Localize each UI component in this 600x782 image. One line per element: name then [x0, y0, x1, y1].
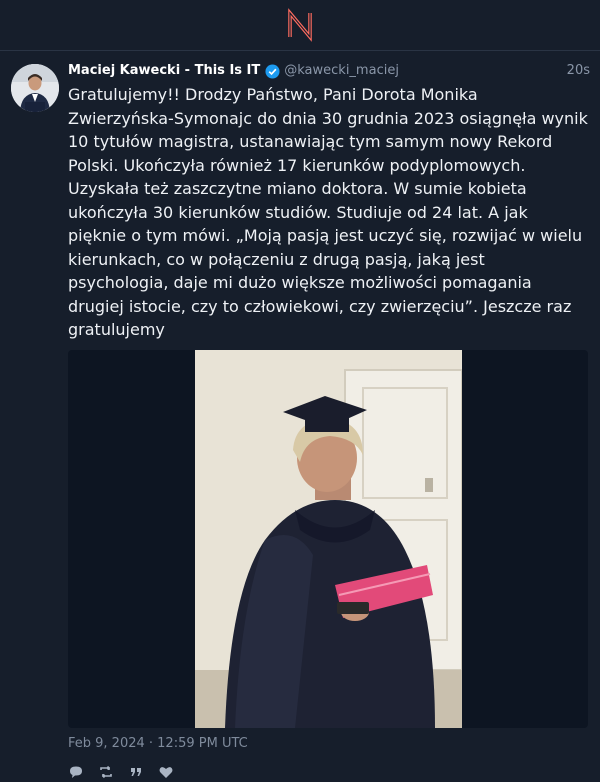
- tweet-photo[interactable]: [195, 349, 462, 728]
- tweet-text: Gratulujemy!! Drodzy Państwo, Pani Dorot…: [68, 85, 588, 339]
- retweet-icon[interactable]: [98, 764, 114, 780]
- quote-icon[interactable]: [128, 764, 144, 780]
- avatar[interactable]: [11, 64, 59, 112]
- tweet-time[interactable]: 20s: [567, 51, 590, 91]
- verified-badge-icon: [265, 63, 280, 79]
- tweet-timestamp[interactable]: Feb 9, 2024 · 12:59 PM UTC: [68, 734, 590, 754]
- tweet-actions: [68, 764, 590, 780]
- tweet-media[interactable]: [68, 349, 588, 728]
- like-icon[interactable]: [158, 764, 174, 780]
- tweet: Maciej Kawecki - This Is IT @kawecki_mac…: [0, 51, 600, 780]
- top-bar: [0, 0, 600, 51]
- nitter-logo-icon[interactable]: [282, 7, 318, 43]
- comment-icon[interactable]: [68, 764, 84, 780]
